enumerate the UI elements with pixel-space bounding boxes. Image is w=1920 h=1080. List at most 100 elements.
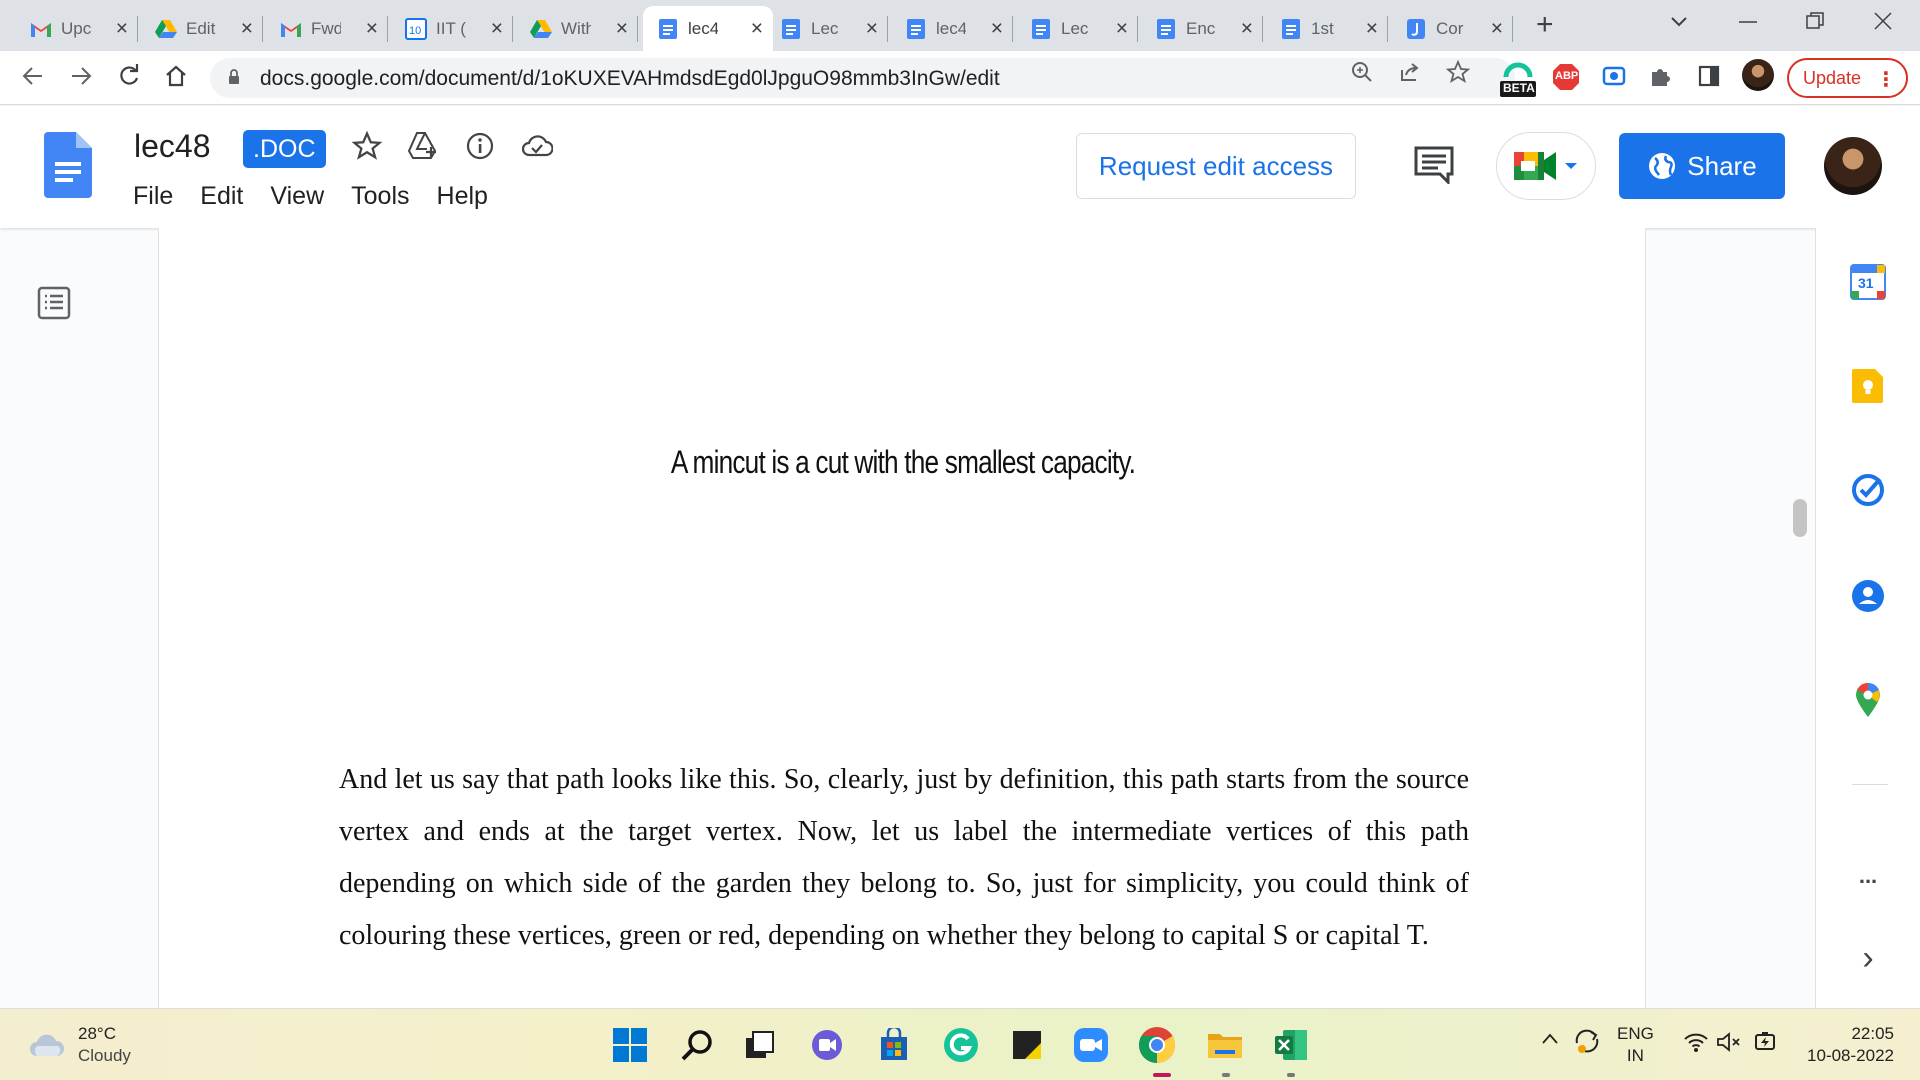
meet-icon: [1514, 152, 1556, 180]
close-window-icon[interactable]: [1872, 10, 1894, 38]
address-bar[interactable]: docs.google.com/document/d/1oKUXEVAHmdsd…: [210, 58, 1515, 98]
microsoft-store-icon[interactable]: [875, 1026, 913, 1064]
grammarly-icon[interactable]: [942, 1026, 980, 1064]
close-tab-icon[interactable]: ×: [491, 18, 503, 39]
tab-title: Enc: [1186, 18, 1216, 38]
bookmark-star-icon[interactable]: [1445, 59, 1471, 90]
close-tab-icon[interactable]: ×: [1366, 18, 1378, 39]
show-hidden-icons-chevron-icon[interactable]: [1540, 1029, 1560, 1055]
tasks-icon[interactable]: [1850, 472, 1886, 508]
zoom-icon[interactable]: [1350, 60, 1374, 90]
tab-search-chevron-icon[interactable]: [1668, 10, 1690, 38]
close-tab-icon[interactable]: ×: [751, 18, 763, 39]
adblock-plus-extension-icon[interactable]: ABP: [1552, 63, 1580, 96]
close-tab-icon[interactable]: ×: [366, 18, 378, 39]
browser-tab[interactable]: Edit ×: [141, 6, 263, 51]
maps-icon[interactable]: [1850, 682, 1886, 718]
share-button[interactable]: Share: [1619, 133, 1785, 199]
document-page[interactable]: A mincut is a cut with the smallest capa…: [158, 228, 1646, 1008]
reload-icon[interactable]: [116, 63, 142, 93]
more-addons-icon[interactable]: ...: [1850, 858, 1886, 894]
star-icon[interactable]: [349, 128, 385, 164]
side-panel-icon[interactable]: [1697, 64, 1721, 93]
home-icon[interactable]: [163, 63, 189, 93]
contacts-icon[interactable]: [1850, 578, 1886, 614]
task-view-icon[interactable]: [741, 1026, 779, 1064]
docs-header: lec48 .DOC File Edit View Tools Help Req…: [0, 106, 1920, 228]
close-tab-icon[interactable]: ×: [241, 18, 253, 39]
docs-icon: [1155, 18, 1177, 40]
tab-title: Cor: [1436, 18, 1464, 38]
browser-tab[interactable]: Lec ×: [766, 6, 888, 51]
profile-avatar[interactable]: [1742, 59, 1774, 91]
screen-recorder-extension-icon[interactable]: [1602, 65, 1626, 92]
close-tab-icon[interactable]: ×: [1491, 18, 1503, 39]
new-tab-button[interactable]: +: [1536, 8, 1554, 42]
document-title[interactable]: lec48: [134, 128, 211, 165]
browser-tab[interactable]: lec4 ×: [643, 6, 773, 51]
minimize-window-icon[interactable]: [1736, 6, 1760, 42]
battery-charging-icon[interactable]: [1752, 1029, 1778, 1061]
close-tab-icon[interactable]: ×: [116, 18, 128, 39]
browser-tab[interactable]: Fwd ×: [266, 6, 388, 51]
drive-icon: [530, 18, 552, 40]
docs-logo-icon[interactable]: [44, 132, 92, 203]
browser-tab[interactable]: 10 IIT (×: [391, 6, 513, 51]
speaker-muted-icon[interactable]: [1716, 1031, 1742, 1059]
menu-file[interactable]: File: [133, 182, 173, 211]
close-tab-icon[interactable]: ×: [616, 18, 628, 39]
start-windows-icon[interactable]: [611, 1026, 649, 1064]
globe-icon: [1649, 153, 1676, 179]
document-details-info-icon[interactable]: [462, 128, 498, 164]
move-to-drive-icon[interactable]: [405, 128, 441, 164]
grammarly-beta-extension-icon[interactable]: BETA: [1498, 57, 1538, 104]
comment-history-icon[interactable]: [1414, 146, 1454, 189]
search-icon[interactable]: [678, 1026, 716, 1064]
tab-separator: [1137, 16, 1138, 42]
excel-icon[interactable]: [1272, 1026, 1310, 1064]
request-edit-access-button[interactable]: Request edit access: [1076, 133, 1356, 199]
keep-icon[interactable]: [1850, 368, 1886, 404]
browser-tab[interactable]: lec4 ×: [891, 6, 1013, 51]
chrome-icon[interactable]: [1138, 1026, 1176, 1064]
menu-view[interactable]: View: [270, 182, 324, 211]
browser-tab[interactable]: 1st ×: [1266, 6, 1388, 51]
browser-tab[interactable]: Enc ×: [1141, 6, 1263, 51]
input-language-indicator[interactable]: ENG IN: [1617, 1023, 1654, 1067]
account-avatar[interactable]: [1824, 137, 1882, 195]
menu-edit[interactable]: Edit: [200, 182, 243, 211]
document-outline-icon[interactable]: [37, 286, 71, 325]
clock[interactable]: 22:05 10-08-2022: [1794, 1023, 1894, 1067]
close-tab-icon[interactable]: ×: [866, 18, 878, 39]
expand-side-panel-icon[interactable]: ›: [1850, 939, 1886, 977]
close-tab-icon[interactable]: ×: [1116, 18, 1128, 39]
tab-separator: [1012, 16, 1013, 42]
browser-tab[interactable]: Cor ×: [1391, 6, 1513, 51]
browser-tab[interactable]: Lec ×: [1016, 6, 1138, 51]
menu-help[interactable]: Help: [437, 182, 488, 211]
weather-widget[interactable]: 28°C Cloudy: [28, 1023, 131, 1067]
restore-window-icon[interactable]: [1804, 10, 1826, 38]
docs-icon: [1030, 18, 1052, 40]
file-explorer-icon[interactable]: [1206, 1026, 1244, 1064]
update-button[interactable]: Update ⋮: [1787, 58, 1908, 98]
sticky-notes-icon[interactable]: [1008, 1026, 1046, 1064]
share-page-icon[interactable]: [1398, 60, 1422, 90]
wifi-icon[interactable]: [1683, 1031, 1709, 1059]
cloud-saved-icon: [519, 128, 555, 164]
browser-tab[interactable]: With ×: [516, 6, 638, 51]
vertical-scrollbar-thumb[interactable]: [1793, 499, 1807, 537]
calendar-icon[interactable]: 31: [1850, 264, 1886, 300]
zoom-meetings-icon[interactable]: [1072, 1026, 1110, 1064]
close-tab-icon[interactable]: ×: [991, 18, 1003, 39]
extensions-puzzle-icon[interactable]: [1648, 64, 1672, 93]
browser-tab[interactable]: Upc ×: [16, 6, 138, 51]
back-arrow-icon[interactable]: [20, 63, 46, 93]
menu-tools[interactable]: Tools: [351, 182, 409, 211]
language-text: ENG: [1617, 1024, 1654, 1043]
forward-arrow-icon[interactable]: [68, 63, 94, 93]
teams-chat-icon[interactable]: [808, 1026, 846, 1064]
meet-button[interactable]: [1496, 132, 1596, 200]
sync-icon[interactable]: [1572, 1027, 1602, 1061]
close-tab-icon[interactable]: ×: [1241, 18, 1253, 39]
